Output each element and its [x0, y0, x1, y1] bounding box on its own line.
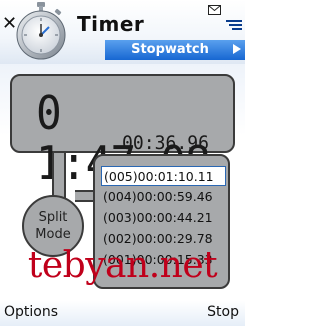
stopwatch-screen: ✕ Timer Stopwatch 0 00:36.96 Split Mode …	[0, 0, 245, 326]
stopwatch-icon	[16, 2, 66, 60]
lap-item[interactable]: (004)00:00:59.46	[101, 187, 226, 207]
lap-item-selected[interactable]: (005)00:01:10.11	[101, 166, 226, 186]
lap-time: 00:36.96	[122, 132, 209, 154]
options-softkey[interactable]: Options	[4, 301, 58, 323]
signal-icon	[226, 20, 242, 30]
split-mode-label-line1: Split	[38, 210, 68, 225]
tab-stopwatch[interactable]: Stopwatch	[108, 42, 232, 57]
app-title: Timer	[77, 12, 145, 36]
watermark-text: tebyan.net	[27, 245, 218, 286]
split-mode-label-line2: Mode	[35, 227, 71, 242]
stop-softkey[interactable]: Stop	[207, 301, 239, 323]
header: ✕ Timer Stopwatch	[0, 0, 245, 64]
lap-item[interactable]: (003)00:00:44.21	[101, 208, 226, 228]
arrow-right-icon[interactable]	[233, 44, 241, 54]
timer-display: 0 1:47.08 00:36.96	[10, 74, 235, 188]
mail-icon	[208, 5, 221, 15]
